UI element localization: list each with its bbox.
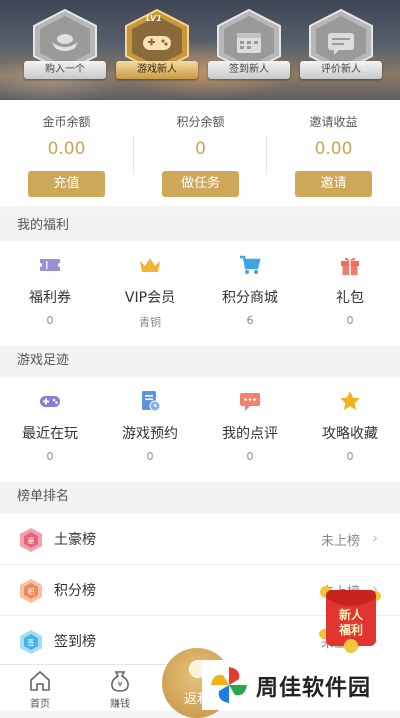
gold-balance: 金币余额 0.00 充值 [0, 100, 133, 206]
points-balance-value: 0 [195, 139, 206, 159]
gold-balance-label: 金币余额 [42, 115, 91, 129]
section-title-footprint: 游戏足迹 [0, 346, 400, 376]
checkin-rank-icon: 签 [20, 630, 42, 654]
comment-icon [240, 393, 260, 411]
rank-name: 签到榜 [54, 634, 96, 650]
badge-checkin-newbie[interactable]: 签到新人 [208, 8, 290, 79]
crown-icon [140, 258, 160, 272]
item-label: 福利券 [29, 290, 71, 306]
nav-home[interactable]: 首页 [10, 665, 70, 711]
rich-rank-icon: 豪 [20, 528, 42, 552]
newbie-welfare-red-packet[interactable]: 新人 福利 [318, 584, 384, 654]
level-tag: LV1 [146, 14, 162, 23]
item-count: 6 [246, 314, 254, 327]
item-label: 我的点评 [222, 426, 278, 442]
points-balance-label: 积分余额 [176, 115, 225, 129]
level-badge-header: 购入一个 LV1 游戏新人 签到新人 评价新人 [0, 0, 400, 100]
rank-name: 积分榜 [54, 583, 96, 599]
item-count: 0 [346, 314, 354, 327]
footprint-grid: 最近在玩 0 游戏预约 0 我的点评 0 攻略收藏 0 [0, 377, 400, 483]
svg-text:签: 签 [28, 638, 35, 647]
footprint-reservation[interactable]: 游戏预约 0 [100, 377, 200, 483]
item-label: 最近在玩 [22, 426, 78, 442]
badge-label: 游戏新人 [116, 61, 198, 79]
badge-review-newbie[interactable]: 评价新人 [300, 8, 382, 79]
invite-button[interactable]: 邀请 [295, 171, 372, 197]
watermark-text: 周佳软件园 [256, 676, 372, 701]
item-count: 青铜 [139, 316, 161, 329]
do-task-button[interactable]: 做任务 [162, 171, 239, 197]
badge-label: 签到新人 [208, 61, 290, 79]
recharge-button[interactable]: 充值 [28, 171, 105, 197]
badge-label: 评价新人 [300, 61, 382, 79]
nav-label: 首页 [30, 699, 50, 710]
item-count: 0 [346, 450, 354, 463]
cart-icon [240, 255, 261, 274]
invite-income-value: 0.00 [314, 139, 353, 159]
welfare-grid: 福利券 0 VIP会员 青铜 积分商城 6 礼包 0 [0, 241, 400, 347]
home-icon [30, 670, 50, 691]
nav-label: 赚钱 [110, 699, 130, 710]
reservation-icon [142, 391, 161, 412]
welfare-gift[interactable]: 礼包 0 [300, 241, 400, 347]
item-label: 积分商城 [222, 290, 278, 306]
invite-income: 邀请收益 0.00 邀请 [267, 100, 400, 206]
badge-label: 购入一个 [24, 61, 106, 79]
footprint-my-reviews[interactable]: 我的点评 0 [200, 377, 300, 483]
badge-purchase[interactable]: 购入一个 [24, 8, 106, 79]
welfare-coupon[interactable]: 福利券 0 [0, 241, 100, 347]
packet-line2: 福利 [338, 623, 363, 637]
balance-card: 金币余额 0.00 充值 积分余额 0 做任务 邀请收益 0.00 邀请 [0, 100, 400, 206]
rank-row-rich[interactable]: 豪 土豪榜 未上榜 › [0, 514, 400, 565]
pinwheel-logo-icon [211, 667, 247, 703]
welfare-points-mall[interactable]: 积分商城 6 [200, 241, 300, 347]
points-balance: 积分余额 0 做任务 [134, 100, 267, 206]
gold-balance-value: 0.00 [47, 139, 86, 159]
points-rank-icon: 积 [20, 579, 42, 603]
footprint-guide-favorites[interactable]: 攻略收藏 0 [300, 377, 400, 483]
money-bag-icon: ¥ [111, 671, 129, 692]
item-label: VIP会员 [124, 290, 176, 306]
item-label: 游戏预约 [122, 426, 178, 442]
rank-name: 土豪榜 [54, 532, 96, 548]
nav-earn[interactable]: ¥ 赚钱 [90, 665, 150, 711]
svg-text:豪: 豪 [28, 536, 35, 545]
star-icon [340, 391, 360, 410]
item-count: 0 [46, 314, 54, 327]
item-count: 0 [146, 450, 154, 463]
section-title-welfare: 我的福利 [0, 211, 400, 241]
section-title-ranking: 榜单排名 [0, 482, 400, 512]
ticket-icon [40, 259, 60, 271]
item-label: 攻略收藏 [322, 426, 378, 442]
gamepad-icon [40, 396, 60, 407]
gift-icon [341, 257, 359, 275]
item-count: 0 [46, 450, 54, 463]
svg-text:¥: ¥ [117, 680, 122, 689]
invite-income-label: 邀请收益 [309, 115, 358, 129]
item-label: 礼包 [336, 290, 364, 306]
watermark: 周佳软件园 [202, 660, 400, 710]
badge-game-newbie[interactable]: LV1 游戏新人 [116, 8, 198, 79]
footprint-recent[interactable]: 最近在玩 0 [0, 377, 100, 483]
chevron-right-icon: › [372, 529, 378, 547]
welfare-vip[interactable]: VIP会员 青铜 [100, 241, 200, 347]
rank-status: 未上榜 [320, 534, 360, 549]
svg-text:积: 积 [28, 587, 35, 596]
item-count: 0 [246, 450, 254, 463]
